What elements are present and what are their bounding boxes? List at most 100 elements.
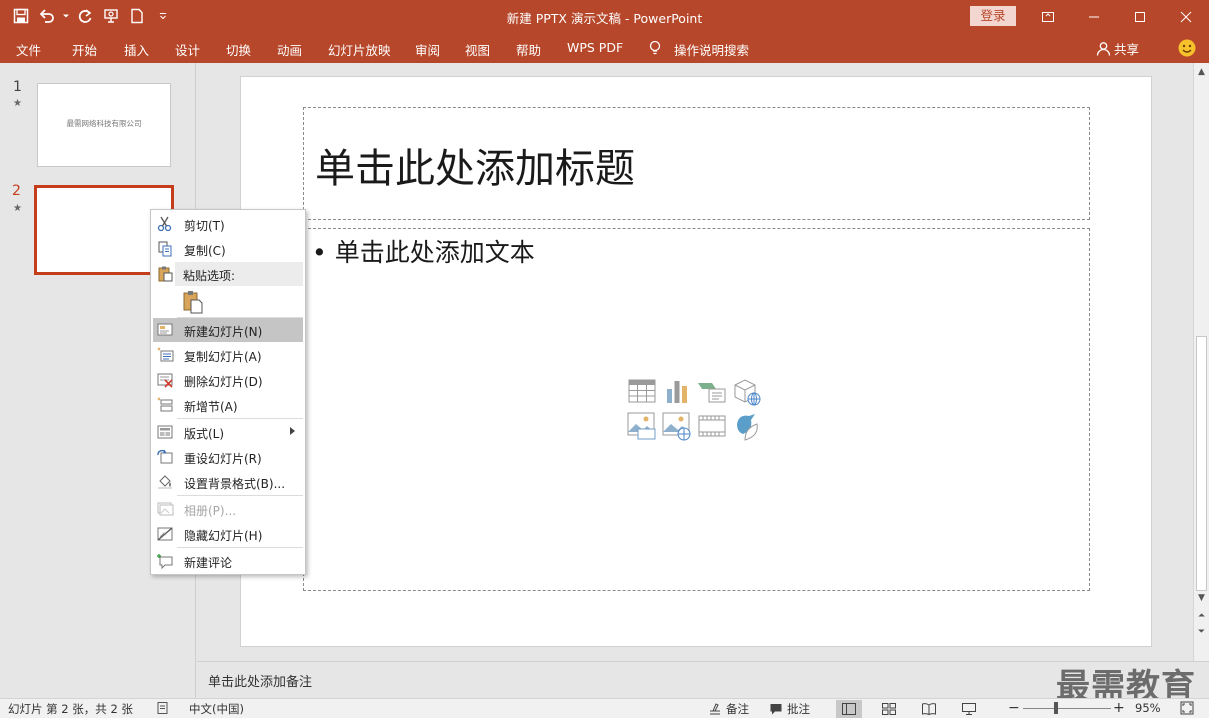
save-button[interactable] bbox=[8, 5, 34, 27]
normal-view-icon bbox=[842, 703, 856, 715]
tell-me-search[interactable]: 操作说明搜索 bbox=[674, 40, 749, 59]
previous-slide-button[interactable]: ⏶ bbox=[1194, 609, 1209, 623]
tab-file[interactable]: 文件 bbox=[16, 40, 41, 59]
menu-item-label: 隐藏幻灯片(H) bbox=[184, 529, 263, 543]
menu-item-add-section[interactable]: 新增节(A) bbox=[153, 393, 303, 417]
zoom-slider[interactable] bbox=[1023, 708, 1111, 709]
ribbon-display-options-button[interactable] bbox=[1025, 0, 1071, 33]
share-label: 共享 bbox=[1114, 42, 1140, 57]
icons-icon[interactable] bbox=[731, 410, 763, 442]
normal-view-button[interactable] bbox=[836, 700, 862, 718]
language-status[interactable]: 中文(中国) bbox=[189, 701, 244, 717]
menu-item-label: 重设幻灯片(R) bbox=[184, 452, 262, 466]
slideshow-icon bbox=[962, 703, 976, 715]
scroll-up-button[interactable]: ▲ bbox=[1194, 65, 1209, 79]
comments-toggle-label: 批注 bbox=[787, 702, 810, 716]
zoom-slider-thumb[interactable] bbox=[1054, 702, 1058, 714]
ribbon-tab-bar: 文件 开始 插入 设计 切换 动画 幻灯片放映 审阅 视图 帮助 WPS PDF… bbox=[0, 33, 1209, 63]
fit-to-window-button[interactable] bbox=[1180, 701, 1194, 715]
next-slide-button[interactable]: ⏷ bbox=[1194, 625, 1209, 639]
menu-item-format-background[interactable]: 设置背景格式(B)... bbox=[153, 470, 303, 494]
tab-help[interactable]: 帮助 bbox=[516, 40, 541, 59]
content-placeholder[interactable]: • 单击此处添加文本 bbox=[303, 228, 1090, 591]
layout-icon bbox=[156, 424, 174, 440]
menu-item-delete-slide[interactable]: 删除幻灯片(D) bbox=[153, 368, 303, 392]
online-picture-icon[interactable] bbox=[661, 410, 693, 442]
tab-insert[interactable]: 插入 bbox=[124, 40, 149, 59]
tab-animations[interactable]: 动画 bbox=[277, 40, 302, 59]
slideshow-view-button[interactable] bbox=[956, 700, 982, 718]
new-slide-icon bbox=[156, 322, 174, 338]
scrollbar-thumb[interactable] bbox=[1196, 336, 1207, 591]
title-placeholder[interactable]: 单击此处添加标题 bbox=[303, 107, 1090, 220]
menu-item-new-comment[interactable]: 新建评论 bbox=[153, 549, 303, 573]
menu-separator bbox=[177, 547, 303, 548]
video-icon[interactable] bbox=[696, 410, 728, 442]
thumbnail-1-text: 最需网络科技有限公司 bbox=[66, 119, 142, 128]
tab-design[interactable]: 设计 bbox=[175, 40, 200, 59]
close-button[interactable] bbox=[1163, 0, 1209, 33]
slide-count-status: 幻灯片 第 2 张，共 2 张 bbox=[8, 702, 133, 716]
chart-icon[interactable] bbox=[661, 375, 693, 407]
redo-button[interactable] bbox=[72, 5, 98, 27]
new-document-button[interactable] bbox=[124, 5, 150, 27]
photo-album-icon bbox=[156, 501, 174, 517]
title-placeholder-text: 单击此处添加标题 bbox=[315, 146, 635, 192]
menu-item-new-slide[interactable]: 新建幻灯片(N) bbox=[153, 318, 303, 342]
menu-item-label: 复制(C) bbox=[184, 244, 226, 258]
tab-slideshow[interactable]: 幻灯片放映 bbox=[328, 40, 391, 59]
tab-home[interactable]: 开始 bbox=[72, 40, 97, 59]
add-section-icon bbox=[156, 397, 174, 413]
new-doc-icon bbox=[131, 8, 143, 24]
smartart-icon[interactable] bbox=[696, 375, 728, 407]
menu-item-label: 新建评论 bbox=[184, 556, 233, 570]
maximize-button[interactable] bbox=[1117, 0, 1163, 33]
3d-model-icon[interactable] bbox=[731, 375, 763, 407]
tab-wps-pdf[interactable]: WPS PDF bbox=[567, 40, 623, 55]
tab-review[interactable]: 审阅 bbox=[415, 40, 440, 59]
fit-window-icon bbox=[1180, 701, 1194, 715]
menu-item-hide-slide[interactable]: 隐藏幻灯片(H) bbox=[153, 522, 303, 546]
table-icon[interactable] bbox=[626, 375, 658, 407]
lightbulb-icon bbox=[649, 40, 661, 55]
undo-dropdown[interactable] bbox=[60, 5, 72, 27]
zoom-out-button[interactable]: − bbox=[1008, 700, 1020, 716]
zoom-in-button[interactable]: + bbox=[1113, 700, 1125, 716]
reading-view-button[interactable] bbox=[916, 700, 942, 718]
menu-item-copy[interactable]: 复制(C) bbox=[153, 237, 303, 261]
menu-item-label: 剪切(T) bbox=[184, 219, 225, 233]
copy-icon bbox=[156, 241, 174, 257]
spell-check-button[interactable] bbox=[156, 701, 170, 715]
slide-number-1: 1 bbox=[13, 79, 22, 95]
smiley-feedback-icon[interactable] bbox=[1178, 39, 1196, 57]
keep-formatting-paste-icon[interactable] bbox=[181, 290, 205, 314]
tab-view[interactable]: 视图 bbox=[465, 40, 490, 59]
customize-qat-button[interactable] bbox=[150, 5, 176, 27]
tab-transitions[interactable]: 切换 bbox=[226, 40, 251, 59]
vertical-scrollbar[interactable]: ▲ ▼ ⏶ ⏷ bbox=[1193, 63, 1209, 661]
menu-item-photo-album[interactable]: 相册(P)... bbox=[153, 497, 303, 521]
insert-content-icons bbox=[626, 375, 766, 445]
menu-item-duplicate-slide[interactable]: 复制幻灯片(A) bbox=[153, 343, 303, 367]
slide-sorter-button[interactable] bbox=[876, 700, 902, 718]
present-button[interactable] bbox=[98, 5, 124, 27]
paste-icon bbox=[156, 266, 174, 282]
zoom-percent[interactable]: 95% bbox=[1135, 701, 1161, 715]
menu-item-label: 复制幻灯片(A) bbox=[184, 350, 262, 364]
menu-item-layout[interactable]: 版式(L) bbox=[153, 420, 303, 444]
menu-item-label: 版式(L) bbox=[184, 427, 225, 441]
menu-item-cut[interactable]: 剪切(T) bbox=[153, 212, 303, 236]
menu-item-label: 新增节(A) bbox=[184, 400, 238, 414]
menu-item-reset-slide[interactable]: 重设幻灯片(R) bbox=[153, 445, 303, 469]
notes-toggle-button[interactable]: 备注 bbox=[708, 701, 749, 717]
menu-separator bbox=[177, 495, 303, 496]
picture-icon[interactable] bbox=[626, 410, 658, 442]
comments-toggle-button[interactable]: 批注 bbox=[769, 701, 810, 717]
animation-star-icon: ★ bbox=[13, 203, 22, 214]
minimize-button[interactable] bbox=[1071, 0, 1117, 33]
scroll-down-button[interactable]: ▼ bbox=[1194, 591, 1209, 605]
undo-button[interactable] bbox=[34, 5, 60, 27]
share-button[interactable]: 共享 bbox=[1096, 39, 1139, 58]
slide-thumbnail-1[interactable]: 最需网络科技有限公司 bbox=[37, 83, 171, 167]
login-button[interactable]: 登录 bbox=[970, 6, 1016, 26]
